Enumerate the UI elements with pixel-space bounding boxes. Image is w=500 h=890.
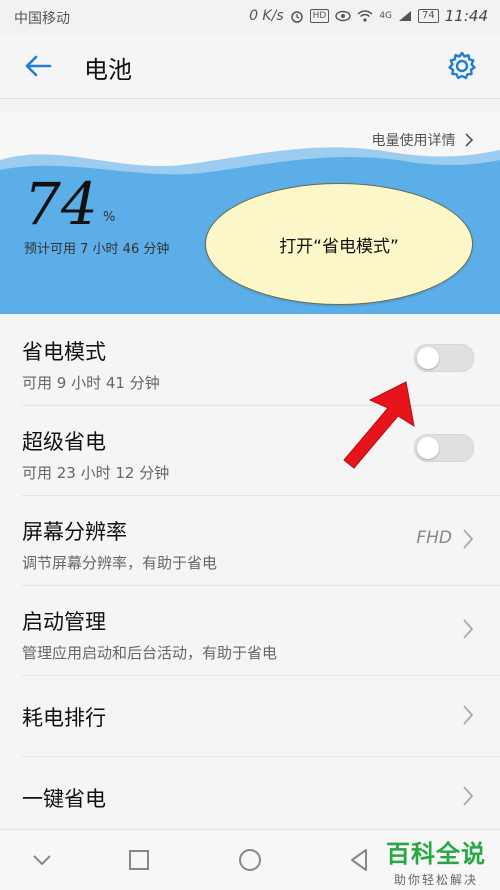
chevron-right-icon bbox=[463, 705, 474, 725]
back-triangle-icon[interactable] bbox=[346, 846, 374, 874]
alarm-icon bbox=[290, 11, 303, 23]
annotation-bubble: 打开“省电模式” bbox=[205, 183, 473, 305]
status-icons: 0 K/s HD 4G 74 11:44 bbox=[249, 7, 488, 25]
usage-details-label: 电量使用详情 bbox=[371, 133, 456, 149]
row-label: 启动管理 bbox=[22, 610, 106, 634]
status-bar: 中国移动 0 K/s HD 4G 74 11:44 bbox=[0, 0, 500, 34]
power-saving-mode-toggle[interactable] bbox=[414, 344, 474, 372]
eye-icon bbox=[335, 10, 352, 22]
chevron-right-icon bbox=[463, 619, 474, 639]
settings-gear-icon[interactable] bbox=[446, 50, 478, 82]
startup-management-row[interactable]: 启动管理 管理应用启动和后台活动，有助于省电 bbox=[22, 586, 500, 676]
row-sublabel: 管理应用启动和后台活动，有助于省电 bbox=[22, 644, 278, 662]
annotation-text: 打开“省电模式” bbox=[279, 236, 399, 257]
row-label: 省电模式 bbox=[22, 340, 106, 364]
toggle-knob bbox=[417, 347, 439, 369]
watermark-logo: 百科全说 助你轻松解决 bbox=[386, 834, 486, 888]
row-sublabel: 可用 23 小时 12 分钟 bbox=[22, 464, 170, 482]
one-tap-optimize-row[interactable]: 一键省电 bbox=[22, 757, 500, 837]
wifi-icon bbox=[357, 10, 373, 22]
chevron-right-icon bbox=[463, 529, 474, 549]
ultra-power-saving-row[interactable]: 超级省电 可用 23 小时 12 分钟 bbox=[22, 406, 500, 496]
signal-icon bbox=[399, 11, 412, 21]
row-sublabel: 调节屏幕分辨率，有助于省电 bbox=[22, 554, 218, 572]
back-arrow-icon[interactable] bbox=[22, 50, 54, 82]
percent-sign: % bbox=[103, 210, 116, 225]
row-label: 一键省电 bbox=[22, 787, 106, 811]
hd-badge: HD bbox=[309, 9, 330, 23]
screen-resolution-row[interactable]: 屏幕分辨率 调节屏幕分辨率，有助于省电 FHD bbox=[22, 496, 500, 586]
chevron-right-icon bbox=[463, 786, 474, 806]
home-circle-icon[interactable] bbox=[236, 846, 264, 874]
battery-indicator: 74 bbox=[418, 9, 439, 23]
watermark-title: 百科全说 bbox=[386, 840, 486, 868]
app-bar: 电池 bbox=[0, 34, 500, 99]
net-speed: 0 K/s bbox=[249, 8, 284, 24]
recents-square-icon[interactable] bbox=[125, 846, 153, 874]
chevron-right-icon bbox=[465, 133, 474, 147]
row-label: 屏幕分辨率 bbox=[22, 520, 127, 544]
clock: 11:44 bbox=[444, 7, 488, 25]
row-label: 耗电排行 bbox=[22, 706, 106, 730]
hide-nav-chevron-icon[interactable] bbox=[28, 846, 56, 874]
row-sublabel: 可用 9 小时 41 分钟 bbox=[22, 374, 160, 392]
watermark-subtitle: 助你轻松解决 bbox=[393, 873, 478, 887]
usage-details-link[interactable]: 电量使用详情 bbox=[372, 130, 474, 150]
row-label: 超级省电 bbox=[22, 430, 106, 454]
red-arrow-annotation bbox=[343, 381, 415, 469]
page-title: 电池 bbox=[84, 56, 132, 84]
resolution-value: FHD bbox=[416, 528, 452, 548]
carrier-name: 中国移动 bbox=[14, 11, 70, 27]
battery-percent: 74 bbox=[24, 170, 98, 238]
signal-label: 4G bbox=[379, 11, 393, 21]
power-usage-ranking-row[interactable]: 耗电排行 bbox=[22, 676, 500, 757]
power-saving-mode-row[interactable]: 省电模式 可用 9 小时 41 分钟 bbox=[22, 316, 500, 406]
remaining-time: 预计可用 7 小时 46 分钟 bbox=[24, 242, 170, 257]
